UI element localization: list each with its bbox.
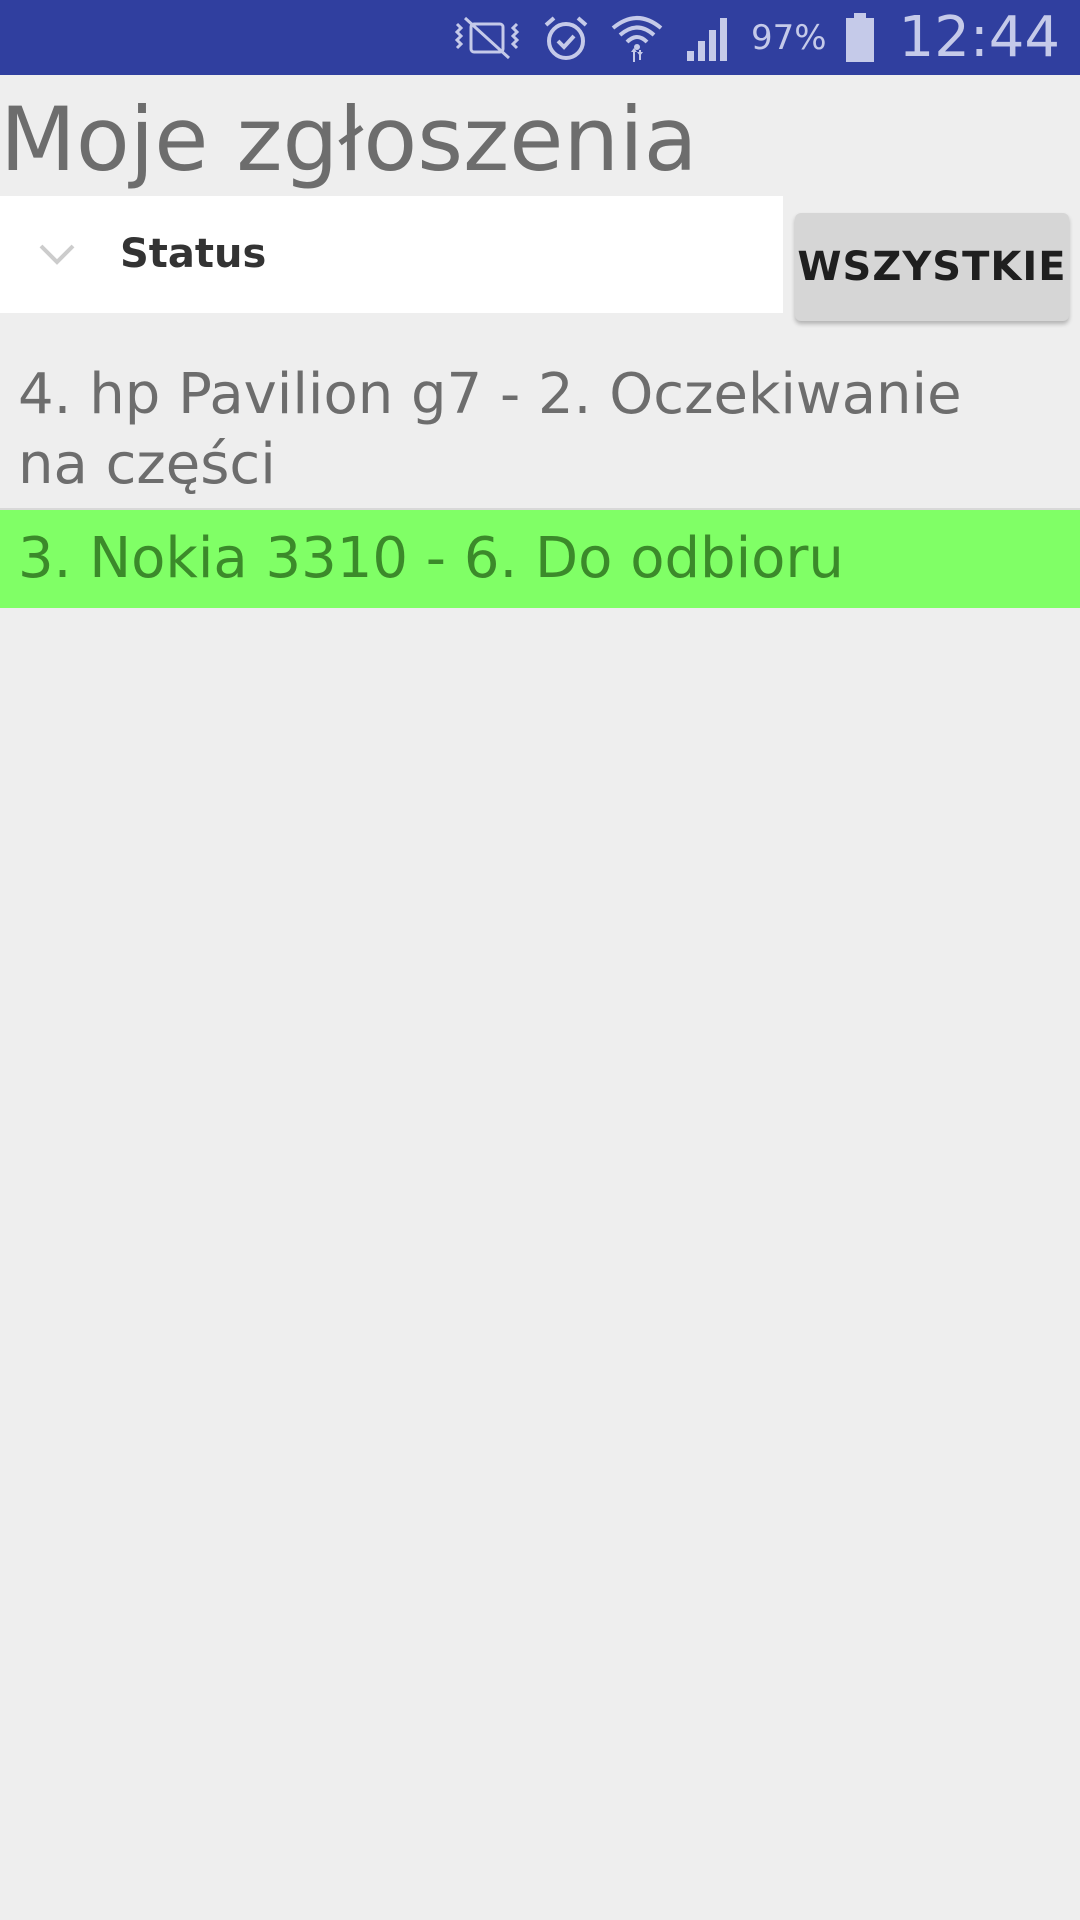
battery-percent: 97% <box>751 17 827 58</box>
battery-icon <box>845 12 875 63</box>
ticket-list: 4. hp Pavilion g7 - 2. Oczekiwanie na cz… <box>0 338 1080 608</box>
list-item-highlighted[interactable]: 3. Nokia 3310 - 6. Do odbioru <box>0 510 1080 608</box>
wifi-icon <box>609 12 665 64</box>
vibrate-mute-icon <box>451 14 523 62</box>
spinner-label: Status <box>120 231 267 277</box>
signal-icon <box>683 13 733 63</box>
clock: 12:44 <box>898 5 1060 70</box>
list-item[interactable]: 4. hp Pavilion g7 - 2. Oczekiwanie na cz… <box>0 338 1080 510</box>
chevron-down-icon <box>38 242 76 271</box>
page-title: Moje zgłoszenia <box>0 88 698 191</box>
status-bar: 97% 12:44 <box>0 0 1080 75</box>
all-button[interactable]: WSZYSTKIE <box>795 213 1069 321</box>
status-icons: 97% 12:44 <box>451 0 1060 75</box>
alarm-icon <box>541 13 591 63</box>
status-spinner[interactable]: Status <box>0 196 783 313</box>
